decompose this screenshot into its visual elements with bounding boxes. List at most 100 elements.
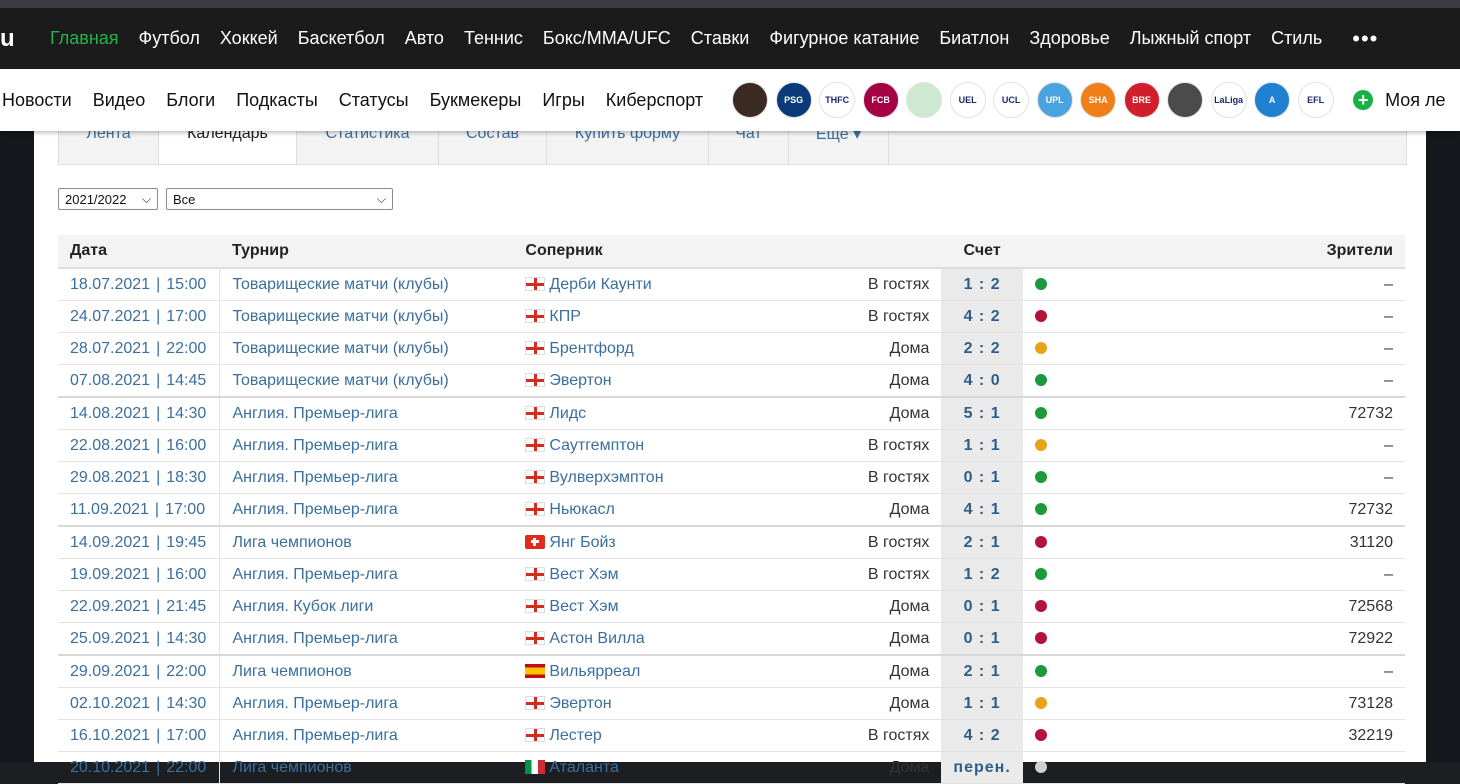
serie-a-icon[interactable]: A — [1254, 82, 1291, 118]
header-tournament[interactable]: Турнир — [219, 235, 514, 269]
sub-nav-item[interactable]: Киберспорт — [606, 90, 703, 111]
more-menu-icon[interactable]: ••• — [1352, 26, 1378, 52]
psg-icon[interactable]: PSG — [775, 82, 812, 118]
opponent-cell[interactable]: Вулверхэмптон — [513, 461, 728, 494]
match-date-cell[interactable]: 14.09.2021 | 19:45 — [58, 525, 221, 559]
opponent-cell[interactable]: Аталанта — [513, 751, 728, 784]
top-nav-item[interactable]: Ставки — [691, 28, 750, 49]
match-date-cell[interactable]: 22.09.2021 | 21:45 — [58, 590, 221, 623]
opponent-cell[interactable]: Дерби Каунти — [513, 268, 728, 301]
brentford-icon[interactable]: BRE — [1123, 82, 1160, 118]
table-row[interactable]: 22.08.2021 | 16:00 Англия. Премьер-лига Саут… — [58, 429, 1405, 462]
shakhtar-icon[interactable]: SHA — [1080, 82, 1117, 118]
match-score[interactable]: 2 : 1 — [941, 525, 1023, 559]
match-score[interactable]: 2 : 1 — [941, 654, 1023, 688]
match-date-cell[interactable]: 11.09.2021 | 17:00 — [58, 493, 221, 527]
opponent-cell[interactable]: Брентфорд — [513, 332, 728, 365]
table-row[interactable]: 14.09.2021 | 19:45 Лига чемпионов Янг Бойз В … — [58, 525, 1405, 559]
table-row[interactable]: 07.08.2021 | 14:45 Товарищеские матчи (клуб… — [58, 364, 1405, 398]
table-row[interactable]: 28.07.2021 | 22:00 Товарищеские матчи (клуб… — [58, 332, 1405, 365]
sub-nav-item[interactable]: Статусы — [339, 90, 409, 111]
match-date-cell[interactable]: 28.07.2021 | 22:00 — [58, 332, 221, 365]
match-date-cell[interactable]: 29.08.2021 | 18:30 — [58, 461, 221, 494]
top-nav-item[interactable]: Здоровье — [1029, 28, 1109, 49]
match-date-cell[interactable]: 02.10.2021 | 14:30 — [58, 687, 221, 720]
efl-icon[interactable]: EFL — [1297, 82, 1334, 118]
site-logo[interactable]: u — [0, 25, 30, 53]
match-score[interactable]: перен. — [941, 751, 1023, 784]
player-2-icon[interactable] — [1167, 82, 1204, 118]
tottenham-icon[interactable]: THFC — [819, 82, 856, 118]
tournament-link[interactable]: Англия. Премьер-лига — [219, 493, 514, 527]
top-nav-item[interactable]: Биатлон — [939, 28, 1009, 49]
laliga-icon[interactable]: LaLiga — [1210, 82, 1247, 118]
opponent-cell[interactable]: Вест Хэм — [513, 558, 728, 591]
table-row[interactable]: 22.09.2021 | 21:45 Англия. Кубок лиги Вест Х… — [58, 590, 1405, 623]
tournament-link[interactable]: Англия. Премьер-лига — [219, 429, 514, 462]
sub-nav-item[interactable]: Игры — [542, 90, 584, 111]
match-score[interactable]: 0 : 1 — [941, 622, 1023, 656]
match-score[interactable]: 4 : 0 — [941, 364, 1023, 398]
match-score[interactable]: 0 : 1 — [941, 590, 1023, 623]
match-score[interactable]: 4 : 2 — [941, 719, 1023, 752]
opponent-cell[interactable]: Эвертон — [513, 687, 728, 720]
top-nav-item[interactable]: Фигурное катание — [769, 28, 919, 49]
opponent-cell[interactable]: Эвертон — [513, 364, 728, 398]
champions-league-icon[interactable]: UCL — [993, 82, 1030, 118]
match-date-cell[interactable]: 24.07.2021 | 17:00 — [58, 300, 221, 333]
trophy-icon[interactable] — [906, 82, 943, 118]
tournament-link[interactable]: Англия. Премьер-лига — [219, 622, 514, 656]
sub-nav-item[interactable]: Блоги — [166, 90, 215, 111]
match-score[interactable]: 1 : 1 — [941, 687, 1023, 720]
match-score[interactable]: 0 : 1 — [941, 461, 1023, 494]
europa-league-icon[interactable]: UEL — [949, 82, 986, 118]
match-score[interactable]: 1 : 1 — [941, 429, 1023, 462]
barcelona-icon[interactable]: FCB — [862, 82, 899, 118]
tournament-link[interactable]: Англия. Премьер-лига — [219, 687, 514, 720]
header-opponent[interactable]: Соперник — [513, 235, 728, 269]
table-row[interactable]: 16.10.2021 | 17:00 Англия. Премьер-лига Лест… — [58, 719, 1405, 752]
opponent-cell[interactable]: Лидс — [513, 396, 728, 430]
match-date-cell[interactable]: 16.10.2021 | 17:00 — [58, 719, 221, 752]
table-row[interactable]: 25.09.2021 | 14:30 Англия. Премьер-лига Асто… — [58, 622, 1405, 656]
table-row[interactable]: 29.08.2021 | 18:30 Англия. Премьер-лига Вулв… — [58, 461, 1405, 494]
player-icon[interactable] — [732, 82, 769, 118]
top-nav-item[interactable]: Баскетбол — [298, 28, 385, 49]
tournament-link[interactable]: Лига чемпионов — [219, 654, 514, 688]
match-score[interactable]: 2 : 2 — [941, 332, 1023, 365]
top-nav-item[interactable]: Стиль — [1271, 28, 1322, 49]
top-nav-item[interactable]: Авто — [405, 28, 444, 49]
tournament-link[interactable]: Англия. Премьер-лига — [219, 558, 514, 591]
top-nav-item[interactable]: Хоккей — [220, 28, 278, 49]
match-score[interactable]: 5 : 1 — [941, 396, 1023, 430]
match-date-cell[interactable]: 14.08.2021 | 14:30 — [58, 396, 221, 430]
opponent-cell[interactable]: КПР — [513, 300, 728, 333]
opponent-cell[interactable]: Лестер — [513, 719, 728, 752]
table-row[interactable]: 29.09.2021 | 22:00 Лига чемпионов Вильярреал… — [58, 654, 1405, 688]
tournament-link[interactable]: Товарищеские матчи (клубы) — [219, 364, 514, 398]
sub-nav-item[interactable]: Видео — [93, 90, 146, 111]
tournament-select[interactable]: Все ⌵ — [166, 188, 393, 210]
tournament-link[interactable]: Товарищеские матчи (клубы) — [219, 268, 514, 301]
table-row[interactable]: 20.10.2021 | 22:00 Лига чемпионов Аталанта До… — [58, 751, 1405, 784]
add-team-icon[interactable]: + — [1353, 90, 1374, 110]
header-spectators[interactable]: Зрители — [1122, 235, 1405, 269]
match-date-cell[interactable]: 22.08.2021 | 16:00 — [58, 429, 221, 462]
sub-nav-item[interactable]: Новости — [2, 90, 72, 111]
ukraine-league-icon[interactable]: UPL — [1036, 82, 1073, 118]
tournament-link[interactable]: Товарищеские матчи (клубы) — [219, 332, 514, 365]
match-score[interactable]: 1 : 2 — [941, 558, 1023, 591]
opponent-cell[interactable]: Астон Вилла — [513, 622, 728, 656]
season-select[interactable]: 2021/2022 ⌵ — [58, 188, 158, 210]
opponent-cell[interactable]: Ньюкасл — [513, 493, 728, 527]
table-row[interactable]: 19.09.2021 | 16:00 Англия. Премьер-лига Вест… — [58, 558, 1405, 591]
header-date[interactable]: Дата — [58, 235, 220, 269]
tournament-link[interactable]: Англия. Кубок лиги — [219, 590, 514, 623]
table-row[interactable]: 14.08.2021 | 14:30 Англия. Премьер-лига Лидс… — [58, 396, 1405, 430]
match-date-cell[interactable]: 19.09.2021 | 16:00 — [58, 558, 221, 591]
tournament-link[interactable]: Англия. Премьер-лига — [219, 719, 514, 752]
match-date-cell[interactable]: 20.10.2021 | 22:00 — [58, 751, 221, 784]
my-feed-link[interactable]: Моя ле — [1385, 90, 1445, 111]
tournament-link[interactable]: Товарищеские матчи (клубы) — [219, 300, 514, 333]
opponent-cell[interactable]: Саутгемптон — [513, 429, 728, 462]
